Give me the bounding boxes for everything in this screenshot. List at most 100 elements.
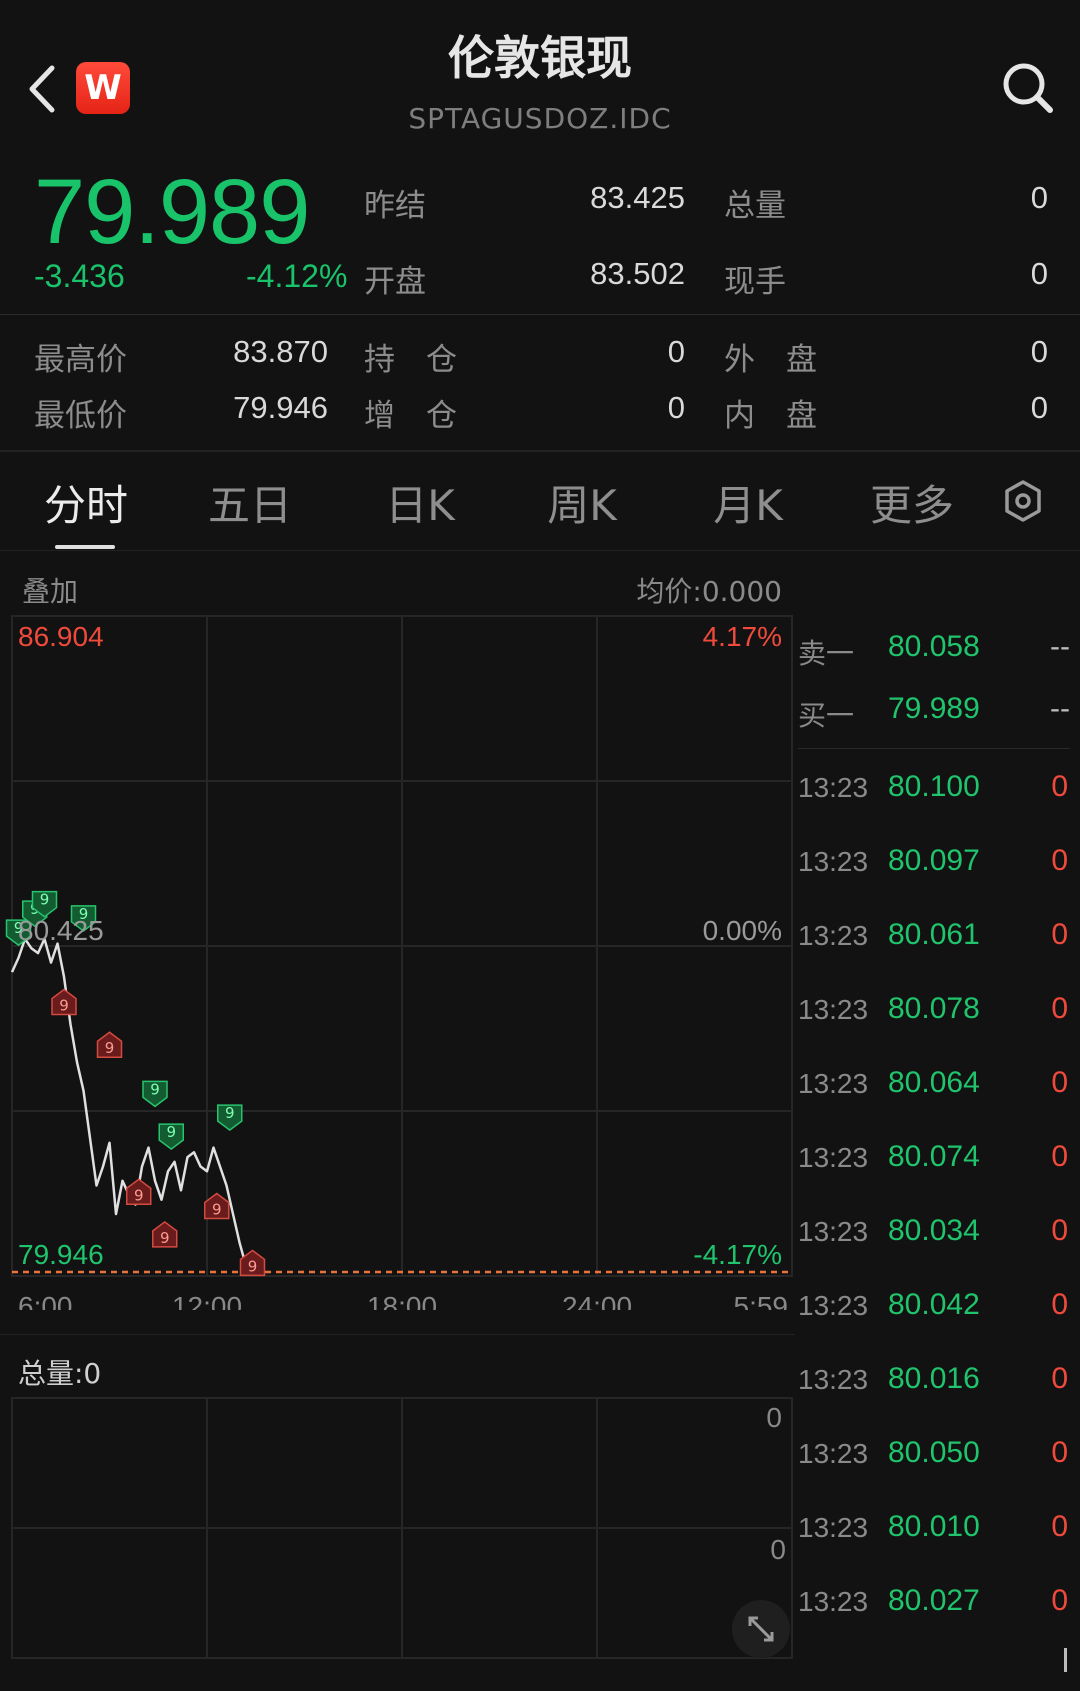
y-tick-label-low: 79.946 bbox=[18, 1239, 104, 1270]
page-title: 伦敦银现 bbox=[448, 31, 632, 85]
active-tab-indicator bbox=[55, 545, 115, 549]
tick-price: 80.078 bbox=[888, 992, 980, 1025]
volume-tick-top: 0 bbox=[766, 1402, 782, 1433]
tick-volume: 0 bbox=[1051, 770, 1068, 803]
tick-time: 13:23 bbox=[798, 1290, 869, 1321]
tick-row: 13:23 80.042 0 bbox=[798, 1288, 1070, 1328]
volume-tick-mid: 0 bbox=[770, 1534, 786, 1565]
divider bbox=[0, 314, 1080, 315]
y-tick-label-pct-zero: 0.00% bbox=[703, 915, 782, 946]
tick-time: 13:23 bbox=[798, 1512, 869, 1543]
sell-marker: 9 bbox=[204, 1192, 230, 1220]
tick-volume: 0 bbox=[1051, 918, 1068, 951]
tick-time: 13:23 bbox=[798, 1216, 869, 1247]
tick-price: 80.027 bbox=[888, 1584, 980, 1617]
tick-price: 80.016 bbox=[888, 1362, 980, 1395]
x-tick-label: 18:00 bbox=[367, 1291, 437, 1310]
tick-volume: 0 bbox=[1051, 1510, 1068, 1543]
section-divider bbox=[0, 450, 1080, 452]
volume-total-label: 总量:0 bbox=[18, 1357, 102, 1390]
tab-monthly-k[interactable]: 月K bbox=[700, 472, 796, 533]
x-tick-label: 6:00 bbox=[18, 1291, 73, 1310]
marker-label: 9 bbox=[134, 1186, 144, 1204]
tabs-divider bbox=[0, 550, 1080, 551]
tick-row: 13:23 80.100 0 bbox=[798, 770, 1070, 810]
buy-marker: 9 bbox=[142, 1080, 168, 1108]
sell-marker: 9 bbox=[126, 1178, 152, 1206]
stat-value-total-volume: 0 bbox=[1030, 180, 1048, 215]
price-change: -3.436 bbox=[34, 258, 125, 294]
tab-intraday[interactable]: 分时 bbox=[40, 472, 132, 533]
marker-label: 9 bbox=[166, 1123, 176, 1141]
marker-label: 9 bbox=[150, 1080, 160, 1098]
tab-weekly-k[interactable]: 周K bbox=[534, 472, 630, 533]
tick-volume: 0 bbox=[1051, 1584, 1068, 1617]
marker-label: 9 bbox=[248, 1257, 258, 1275]
tick-volume: 0 bbox=[1051, 1066, 1068, 1099]
marker-label: 9 bbox=[59, 997, 69, 1015]
sell-marker: 9 bbox=[239, 1249, 266, 1277]
hexagon-settings-icon bbox=[1005, 480, 1041, 522]
buy-one-price: 79.989 bbox=[888, 692, 980, 725]
tick-time: 13:23 bbox=[798, 1364, 869, 1395]
marker-label: 9 bbox=[225, 1104, 235, 1122]
stat-label-outer-disk: 外 盘 bbox=[724, 342, 817, 378]
marker-label: 9 bbox=[160, 1229, 170, 1247]
volume-chart bbox=[11, 1397, 793, 1659]
tick-price: 80.100 bbox=[888, 770, 980, 803]
tick-row: 13:23 80.016 0 bbox=[798, 1362, 1070, 1402]
price-change-pct: -4.12% bbox=[246, 258, 348, 294]
stat-label-low: 最低价 bbox=[34, 398, 127, 434]
tick-time: 13:23 bbox=[798, 772, 869, 803]
marker-label: 9 bbox=[212, 1200, 222, 1218]
tick-price: 80.050 bbox=[888, 1436, 980, 1469]
sell-marker: 9 bbox=[152, 1220, 178, 1248]
stat-label-high: 最高价 bbox=[34, 342, 127, 378]
buy-one-volume: -- bbox=[1050, 692, 1070, 725]
tick-row: 13:23 80.061 0 bbox=[798, 918, 1070, 958]
tick-row: 13:23 80.034 0 bbox=[798, 1214, 1070, 1254]
tick-row: 13:23 80.078 0 bbox=[798, 992, 1070, 1032]
tick-row: 13:23 80.010 0 bbox=[798, 1510, 1070, 1550]
tab-more[interactable]: 更多 bbox=[864, 472, 960, 533]
tick-time: 13:23 bbox=[798, 846, 869, 877]
chart-settings-button[interactable] bbox=[1000, 478, 1046, 524]
y-tick-label-high: 86.904 bbox=[18, 621, 104, 652]
tick-price: 80.074 bbox=[888, 1140, 980, 1173]
chart-grid bbox=[11, 615, 793, 1277]
tick-volume: 0 bbox=[1051, 1436, 1068, 1469]
avg-price-label: 均价:0.000 bbox=[636, 575, 782, 608]
tick-row: 13:23 80.050 0 bbox=[798, 1436, 1070, 1476]
stat-value-open-interest: 0 bbox=[667, 334, 685, 369]
tab-five-day[interactable]: 五日 bbox=[204, 472, 296, 533]
sell-one-price: 80.058 bbox=[888, 630, 980, 663]
overlay-button[interactable]: 叠加 bbox=[22, 570, 78, 610]
tick-row: 13:23 80.064 0 bbox=[798, 1066, 1070, 1106]
tick-volume: 0 bbox=[1051, 1362, 1068, 1395]
tick-volume: 0 bbox=[1051, 992, 1068, 1025]
buy-marker: 9 bbox=[158, 1123, 184, 1151]
y-tick-label-pct-low: -4.17% bbox=[693, 1239, 782, 1270]
stat-value-current-lot: 0 bbox=[1030, 256, 1048, 291]
search-icon bbox=[1003, 63, 1053, 113]
tick-time: 13:23 bbox=[798, 994, 869, 1025]
instrument-code: SPTAGUSDOZ.IDC bbox=[408, 102, 672, 135]
stat-value-prev-settle: 83.425 bbox=[590, 180, 685, 215]
tick-price: 80.097 bbox=[888, 844, 980, 877]
scroll-indicator bbox=[1064, 1648, 1067, 1672]
tab-daily-k[interactable]: 日K bbox=[372, 472, 468, 533]
tick-time: 13:23 bbox=[798, 1142, 869, 1173]
expand-button[interactable] bbox=[732, 1600, 790, 1658]
tick-time: 13:23 bbox=[798, 920, 869, 951]
tick-row: 13:23 80.027 0 bbox=[798, 1584, 1070, 1624]
tick-row: 13:23 80.074 0 bbox=[798, 1140, 1070, 1180]
stat-label-open: 开盘 bbox=[364, 264, 426, 300]
intraday-chart[interactable]: 9999999999999 86.90480.42579.9464.17%0.0… bbox=[0, 610, 800, 1310]
sell-one-volume: -- bbox=[1050, 630, 1070, 663]
marker-label: 9 bbox=[105, 1039, 115, 1057]
stat-value-inner-disk: 0 bbox=[1030, 390, 1048, 425]
stat-label-open-interest: 持 仓 bbox=[364, 342, 457, 378]
search-button[interactable] bbox=[998, 58, 1058, 118]
stat-value-outer-disk: 0 bbox=[1030, 334, 1048, 369]
tick-volume: 0 bbox=[1051, 844, 1068, 877]
